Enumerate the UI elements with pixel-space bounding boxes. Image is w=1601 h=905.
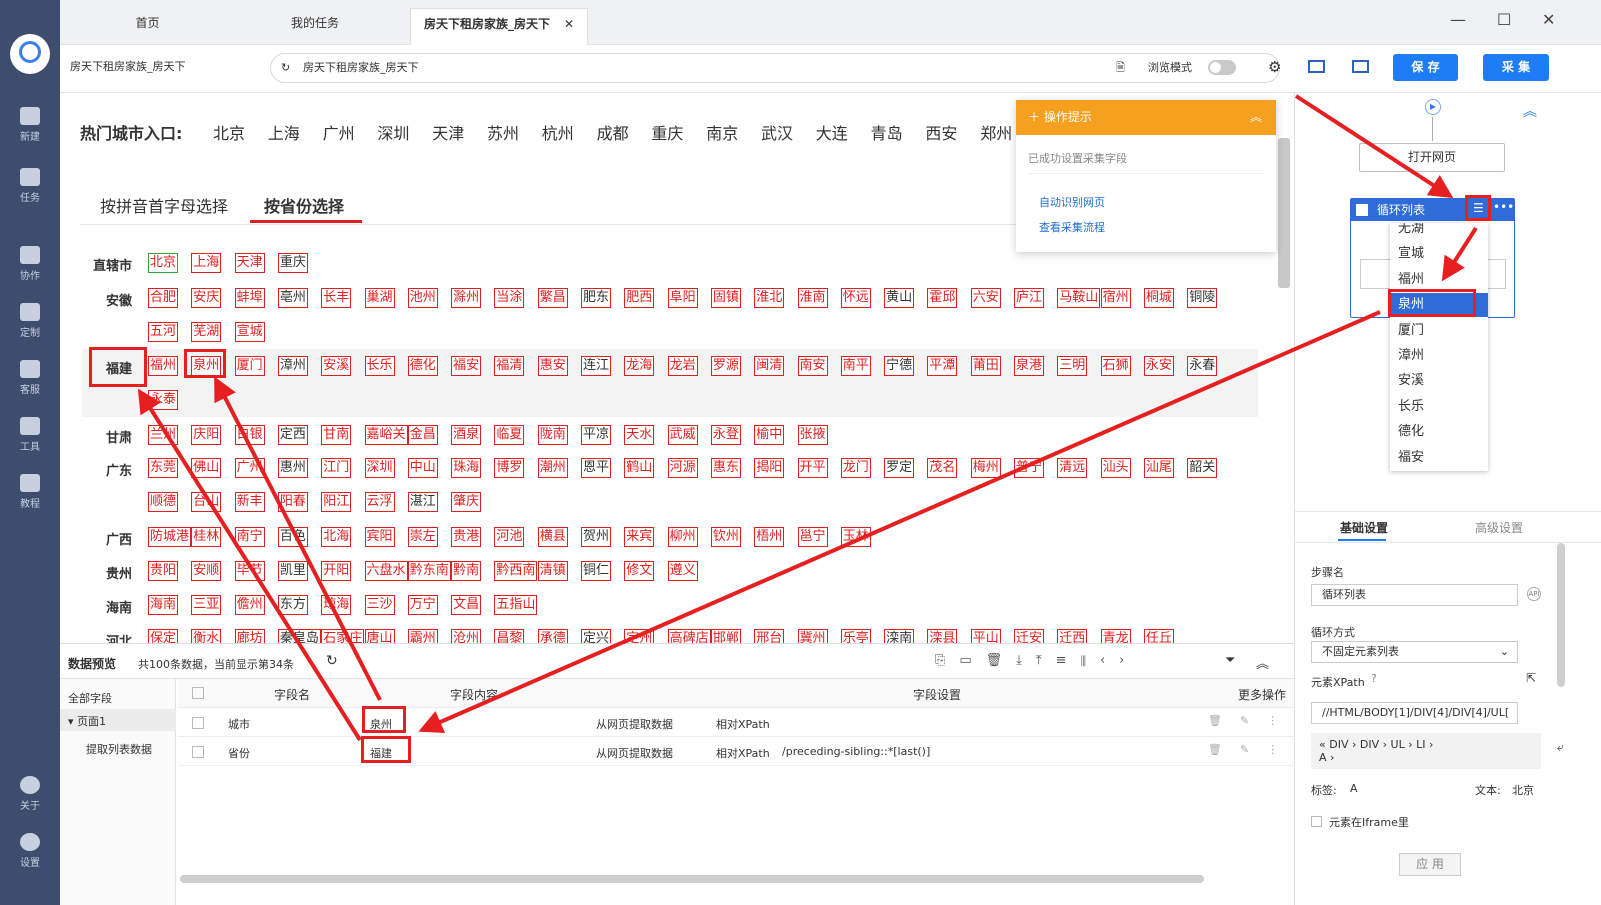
arrow-to-list-icon: [1294, 94, 1454, 199]
annotation-arrows: [137, 94, 1478, 742]
arrow-dropdown-to-value: [418, 310, 1381, 734]
arrow-to-quanzhou: [214, 376, 382, 701]
arrow-to-dropdown-item: [1441, 226, 1478, 282]
